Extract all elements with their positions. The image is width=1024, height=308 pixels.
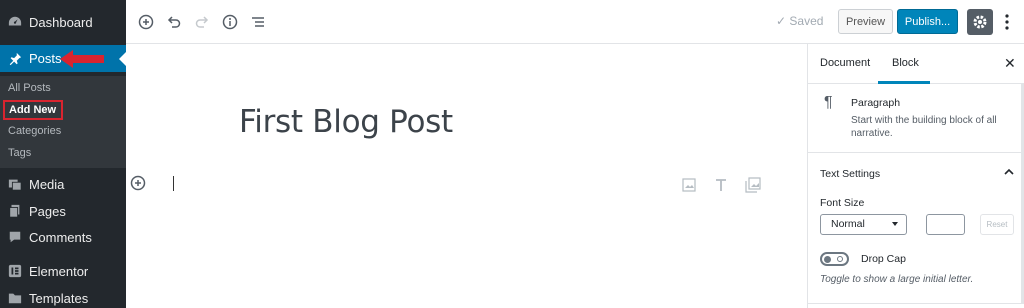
block-card: ¶ Paragraph Start with the building bloc… — [808, 84, 1024, 153]
text-settings-header[interactable]: Text Settings — [820, 168, 880, 180]
check-icon: ✓ — [776, 14, 787, 28]
plus-circle-icon — [138, 14, 154, 30]
tab-block[interactable]: Block — [892, 57, 919, 69]
block-title: Paragraph — [851, 97, 901, 109]
add-block-button[interactable] — [136, 12, 156, 32]
font-size-label: Font Size — [820, 197, 865, 209]
chevron-down-icon — [892, 222, 898, 226]
sidebar-item-label: Media — [29, 176, 65, 192]
sidebar-item-templates[interactable]: Templates — [0, 285, 126, 308]
folder-icon — [8, 293, 22, 304]
pin-icon — [9, 52, 22, 65]
redo-icon — [195, 16, 209, 28]
info-button[interactable] — [220, 12, 240, 32]
section-divider — [808, 303, 1024, 304]
settings-sidebar: Document Block ✕ ¶ Paragraph Start with … — [807, 44, 1024, 308]
submenu-item-all-posts[interactable]: All Posts — [8, 82, 51, 94]
posts-submenu: All Posts Add New Categories Tags — [0, 76, 126, 168]
sidebar-item-label: Dashboard — [29, 14, 93, 30]
undo-icon — [167, 16, 181, 28]
red-arrow-annotation — [60, 50, 104, 68]
inline-add-block-icon[interactable] — [130, 175, 146, 191]
post-title[interactable]: First Blog Post — [239, 104, 453, 140]
heading-block-icon[interactable] — [712, 176, 730, 194]
sidebar-item-label: Elementor — [29, 263, 89, 279]
sidebar-item-label: Comments — [29, 229, 92, 245]
settings-tabs: Document Block ✕ — [808, 44, 1024, 84]
undo-button[interactable] — [164, 12, 184, 32]
sidebar-item-pages[interactable]: Pages — [0, 198, 126, 224]
gear-icon — [973, 15, 987, 29]
drop-cap-label: Drop Cap — [861, 253, 906, 265]
tab-document[interactable]: Document — [820, 57, 870, 69]
block-navigation-button[interactable] — [248, 12, 268, 32]
drop-cap-toggle[interactable] — [820, 252, 849, 266]
settings-button[interactable] — [967, 9, 993, 35]
chevron-up-icon[interactable] — [1004, 167, 1014, 177]
editor-toolbar: ✓ Saved Preview Publish... — [126, 0, 1024, 44]
publish-button[interactable]: Publish... — [897, 9, 958, 34]
sidebar-item-elementor[interactable]: Elementor — [0, 258, 126, 284]
toggle-off-indicator — [837, 256, 843, 262]
drop-cap-help: Toggle to show a large initial letter. — [820, 274, 974, 285]
font-size-value: Normal — [831, 218, 865, 230]
sidebar-item-label: Templates — [29, 290, 89, 306]
saved-status: ✓ Saved — [776, 14, 823, 28]
comments-icon — [9, 231, 21, 243]
submenu-item-add-new[interactable]: Add New — [3, 100, 63, 120]
more-options-icon[interactable] — [1002, 12, 1012, 32]
redo-button[interactable] — [192, 12, 212, 32]
submenu-item-tags[interactable]: Tags — [8, 147, 31, 159]
preview-button[interactable]: Preview — [838, 9, 893, 34]
list-icon — [252, 17, 264, 27]
pages-icon — [9, 204, 20, 218]
text-caret[interactable] — [173, 176, 174, 191]
sidebar-item-comments[interactable]: Comments — [0, 224, 126, 250]
dashboard-icon — [8, 16, 22, 26]
sidebar-item-label: Posts — [29, 51, 62, 66]
quick-inserter — [680, 176, 762, 194]
image-block-icon[interactable] — [680, 176, 698, 194]
toggle-knob — [824, 256, 831, 263]
gallery-block-icon[interactable] — [744, 176, 762, 194]
editor-canvas: First Blog Post — [126, 44, 807, 308]
paragraph-icon: ¶ — [824, 94, 833, 111]
close-icon[interactable]: ✕ — [1004, 55, 1016, 72]
custom-font-size-input[interactable] — [926, 214, 965, 235]
elementor-icon — [8, 264, 22, 278]
block-editor-screen: Dashboard Posts All Posts Add New Catego… — [0, 0, 1024, 308]
block-description: Start with the building block of all nar… — [851, 115, 997, 139]
submenu-item-categories[interactable]: Categories — [8, 125, 61, 137]
font-size-select[interactable]: Normal — [820, 214, 907, 235]
saved-label: Saved — [789, 14, 824, 28]
sidebar-item-dashboard[interactable]: Dashboard — [0, 9, 126, 35]
reset-button[interactable]: Reset — [980, 214, 1014, 235]
sidebar-item-label: Pages — [29, 203, 66, 219]
info-icon — [222, 14, 238, 30]
media-icon — [8, 179, 22, 191]
admin-sidebar: Dashboard Posts All Posts Add New Catego… — [0, 0, 126, 308]
sidebar-item-media[interactable]: Media — [0, 171, 126, 197]
